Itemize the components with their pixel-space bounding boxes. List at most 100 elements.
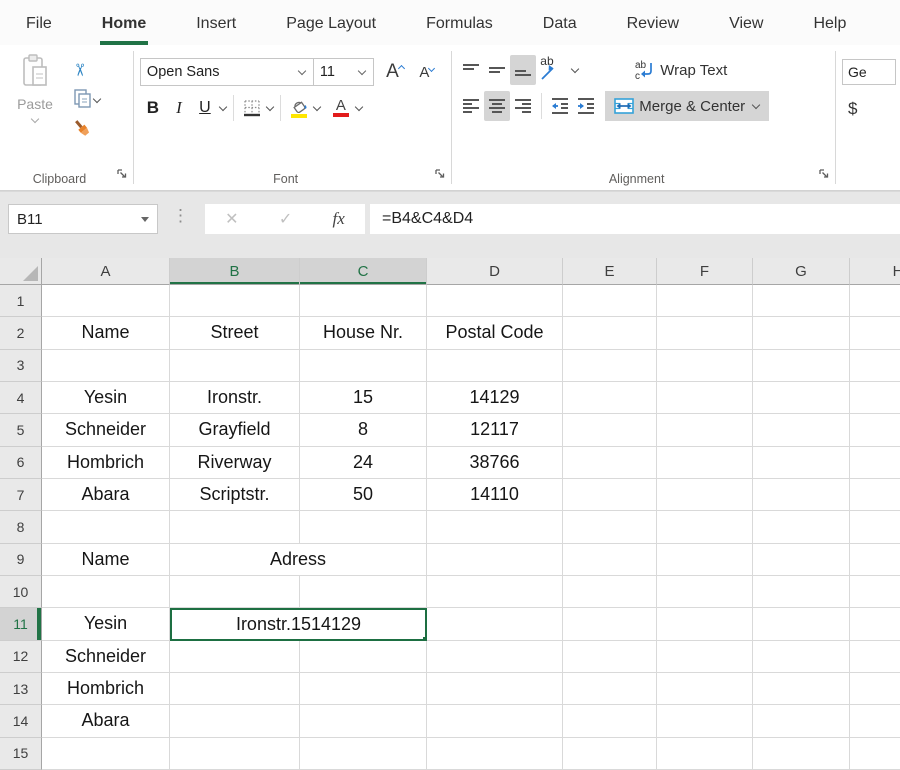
cell-G8[interactable] <box>753 511 850 543</box>
cell-H10[interactable] <box>850 576 900 608</box>
cell-H5[interactable] <box>850 414 900 446</box>
orientation-chevron-icon[interactable] <box>571 65 579 73</box>
cell-D10[interactable] <box>427 576 563 608</box>
cell-D14[interactable] <box>427 705 563 737</box>
tab-page-layout[interactable]: Page Layout <box>284 15 378 45</box>
copy-dropdown-chevron-icon[interactable] <box>93 95 101 103</box>
font-color-chevron-icon[interactable] <box>355 103 363 111</box>
cell-G6[interactable] <box>753 447 850 479</box>
column-header-B[interactable]: B <box>170 258 300 285</box>
cell-A13[interactable]: Hombrich <box>42 673 170 705</box>
decrease-indent-button[interactable] <box>547 91 573 121</box>
align-middle-button[interactable] <box>484 55 510 85</box>
cell-H3[interactable] <box>850 350 900 382</box>
select-all-corner[interactable] <box>0 258 42 285</box>
cell-F15[interactable] <box>657 738 753 770</box>
cell-F5[interactable] <box>657 414 753 446</box>
cell-H9[interactable] <box>850 544 900 576</box>
merged-cell-B9[interactable]: Adress <box>170 544 427 576</box>
cell-F6[interactable] <box>657 447 753 479</box>
row-header-1[interactable]: 1 <box>0 285 42 317</box>
cell-C6[interactable]: 24 <box>300 447 427 479</box>
format-painter-button[interactable] <box>72 117 102 143</box>
cell-E3[interactable] <box>563 350 657 382</box>
cell-H12[interactable] <box>850 641 900 673</box>
cell-B15[interactable] <box>170 738 300 770</box>
cell-D8[interactable] <box>427 511 563 543</box>
cell-C13[interactable] <box>300 673 427 705</box>
cell-D3[interactable] <box>427 350 563 382</box>
wrap-text-button[interactable]: ab c Wrap Text <box>632 55 729 85</box>
increase-indent-button[interactable] <box>573 91 599 121</box>
cell-G3[interactable] <box>753 350 850 382</box>
accounting-format-button[interactable]: $ <box>848 99 896 119</box>
underline-chevron-icon[interactable] <box>219 103 227 111</box>
font-color-button[interactable]: A <box>328 93 354 123</box>
cell-B5[interactable]: Grayfield <box>170 414 300 446</box>
cell-E11[interactable] <box>563 608 657 640</box>
cell-D4[interactable]: 14129 <box>427 382 563 414</box>
fill-handle[interactable] <box>422 636 427 641</box>
number-format-select[interactable]: Ge <box>842 59 896 85</box>
paste-dropdown-chevron-icon[interactable] <box>31 115 39 123</box>
cell-B10[interactable] <box>170 576 300 608</box>
cell-E6[interactable] <box>563 447 657 479</box>
align-center-button[interactable] <box>484 91 510 121</box>
cell-G14[interactable] <box>753 705 850 737</box>
align-top-button[interactable] <box>458 55 484 85</box>
row-header-7[interactable]: 7 <box>0 479 42 511</box>
cell-D9[interactable] <box>427 544 563 576</box>
row-header-8[interactable]: 8 <box>0 511 42 543</box>
formula-bar-grip[interactable]: ⋮ <box>172 206 187 226</box>
cell-E1[interactable] <box>563 285 657 317</box>
italic-button[interactable]: I <box>166 93 192 123</box>
cell-H8[interactable] <box>850 511 900 543</box>
cell-H14[interactable] <box>850 705 900 737</box>
cell-A6[interactable]: Hombrich <box>42 447 170 479</box>
cell-A8[interactable] <box>42 511 170 543</box>
insert-function-icon[interactable]: fx <box>333 209 345 229</box>
align-bottom-button[interactable] <box>510 55 536 85</box>
tab-file[interactable]: File <box>24 15 54 45</box>
align-right-button[interactable] <box>510 91 536 121</box>
cell-E8[interactable] <box>563 511 657 543</box>
cell-F3[interactable] <box>657 350 753 382</box>
row-header-10[interactable]: 10 <box>0 576 42 608</box>
cell-G1[interactable] <box>753 285 850 317</box>
row-header-9[interactable]: 9 <box>0 544 42 576</box>
cell-F10[interactable] <box>657 576 753 608</box>
column-header-G[interactable]: G <box>753 258 850 285</box>
orientation-button[interactable]: ab <box>536 56 570 84</box>
cell-D7[interactable]: 14110 <box>427 479 563 511</box>
cell-C14[interactable] <box>300 705 427 737</box>
bold-button[interactable]: B <box>140 93 166 123</box>
name-box-dropdown-icon[interactable] <box>141 217 149 222</box>
cell-D6[interactable]: 38766 <box>427 447 563 479</box>
cell-B2[interactable]: Street <box>170 317 300 349</box>
cell-A12[interactable]: Schneider <box>42 641 170 673</box>
cell-E10[interactable] <box>563 576 657 608</box>
font-size-select[interactable]: 11 <box>314 58 374 86</box>
cell-H2[interactable] <box>850 317 900 349</box>
cell-B3[interactable] <box>170 350 300 382</box>
cell-G15[interactable] <box>753 738 850 770</box>
cell-A5[interactable]: Schneider <box>42 414 170 446</box>
cell-G9[interactable] <box>753 544 850 576</box>
cell-H7[interactable] <box>850 479 900 511</box>
cell-G7[interactable] <box>753 479 850 511</box>
cell-F4[interactable] <box>657 382 753 414</box>
fill-color-chevron-icon[interactable] <box>313 103 321 111</box>
cell-D2[interactable]: Postal Code <box>427 317 563 349</box>
cell-E5[interactable] <box>563 414 657 446</box>
cell-D15[interactable] <box>427 738 563 770</box>
cell-C2[interactable]: House Nr. <box>300 317 427 349</box>
cell-B12[interactable] <box>170 641 300 673</box>
cell-H1[interactable] <box>850 285 900 317</box>
cut-button[interactable]: ✂ <box>72 57 102 83</box>
cell-D13[interactable] <box>427 673 563 705</box>
cell-B1[interactable] <box>170 285 300 317</box>
cell-C12[interactable] <box>300 641 427 673</box>
cell-F1[interactable] <box>657 285 753 317</box>
cell-E7[interactable] <box>563 479 657 511</box>
cell-D1[interactable] <box>427 285 563 317</box>
